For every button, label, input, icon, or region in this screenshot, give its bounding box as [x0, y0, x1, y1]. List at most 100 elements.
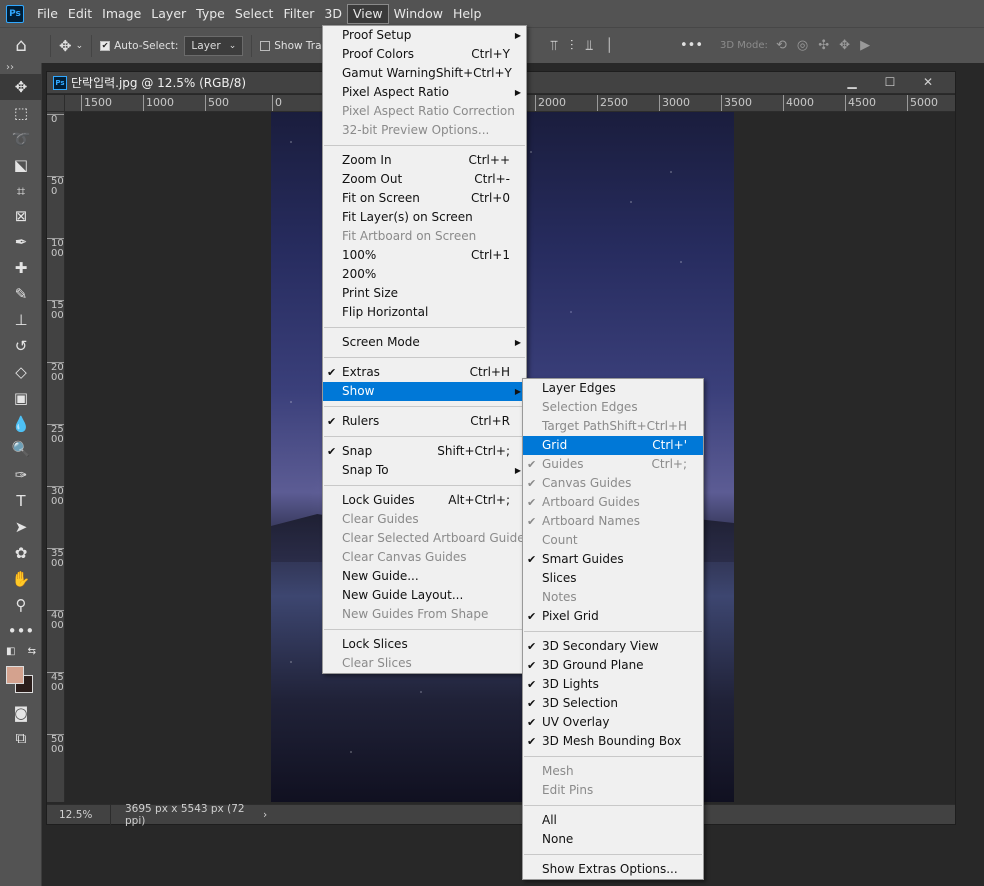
checkbox-unchecked-icon[interactable] [260, 40, 271, 51]
menu-type[interactable]: Type [191, 4, 230, 24]
more-options-button[interactable]: ••• [680, 38, 703, 53]
menu-item-fit-on-screen[interactable]: Fit on Screen Ctrl+0 [323, 189, 526, 208]
menu-item-3d-lights[interactable]: ✔ 3D Lights [523, 675, 703, 694]
maximize-icon[interactable]: ☐ [871, 75, 909, 89]
auto-select-target-dropdown[interactable]: Layer ⌄ [184, 35, 244, 56]
move-tool-preset-icon[interactable]: ✥ ⌄ [59, 37, 83, 55]
menu-item-pixel-grid[interactable]: ✔ Pixel Grid [523, 607, 703, 626]
menu-select[interactable]: Select [230, 4, 279, 24]
menu-item-slices[interactable]: Slices [523, 569, 703, 588]
menu-item-3d-selection[interactable]: ✔ 3D Selection [523, 694, 703, 713]
menu-item-all[interactable]: All [523, 811, 703, 830]
menu-item-gamut-warning[interactable]: Gamut Warning Shift+Ctrl+Y [323, 64, 526, 83]
menu-help[interactable]: Help [448, 4, 487, 24]
menu-item-pixel-aspect-ratio[interactable]: Pixel Aspect Ratio ▶ [323, 83, 526, 102]
type-icon[interactable]: T [0, 488, 42, 514]
menu-item-zoom-in[interactable]: Zoom In Ctrl++ [323, 151, 526, 170]
home-icon[interactable]: ⌂ [0, 35, 42, 56]
align-middle-icon[interactable]: ⫶ [570, 38, 574, 54]
menu-item-proof-colors[interactable]: Proof Colors Ctrl+Y [323, 45, 526, 64]
menu-edit[interactable]: Edit [63, 4, 97, 24]
foreground-color-swatch[interactable] [6, 665, 24, 684]
eraser-icon[interactable]: ◇ [0, 359, 42, 385]
menu-item-new-guide-layout[interactable]: New Guide Layout... [323, 586, 526, 605]
menu-filter[interactable]: Filter [278, 4, 319, 24]
slide-3d-icon[interactable]: ✥ [839, 38, 850, 53]
quick-mask-icon[interactable]: ◙ [0, 700, 42, 726]
menu-item-show-extras-options[interactable]: Show Extras Options... [523, 860, 703, 879]
stamp-icon[interactable]: ⊥ [0, 307, 42, 333]
show-transform-checkbox[interactable]: Show Tra [260, 40, 322, 52]
status-menu-arrow-icon[interactable]: › [263, 809, 267, 821]
menu-item-screen-mode[interactable]: Screen Mode ▶ [323, 333, 526, 352]
menu-item-layer-edges[interactable]: Layer Edges [523, 379, 703, 398]
shape-icon[interactable]: ✿ [0, 540, 42, 566]
brush-icon[interactable]: ✎ [0, 281, 42, 307]
align-bottom-icon[interactable]: ⫫ [585, 38, 593, 54]
menu-file[interactable]: File [32, 4, 63, 24]
menu-item-lock-slices[interactable]: Lock Slices [323, 635, 526, 654]
ruler-label: 1000 [47, 238, 64, 259]
roll-3d-icon[interactable]: ◎ [797, 38, 808, 53]
camera-3d-icon[interactable]: ▶ [860, 38, 870, 53]
move-icon[interactable]: ✥ [0, 74, 42, 100]
dodge-icon[interactable]: 🔍 [0, 436, 42, 462]
auto-select-checkbox[interactable]: ✔ Auto-Select: [100, 40, 178, 52]
drag-3d-icon[interactable]: ✣ [818, 38, 829, 53]
menu-item-smart-guides[interactable]: ✔ Smart Guides [523, 550, 703, 569]
lasso-icon[interactable]: ➰ [0, 126, 42, 152]
default-colors-icon[interactable]: ◧ [6, 646, 15, 657]
menu-item-3d-ground-plane[interactable]: ✔ 3D Ground Plane [523, 656, 703, 675]
distribute-icon[interactable]: ⏐ [605, 38, 613, 54]
menu-item-zoom-out[interactable]: Zoom Out Ctrl+- [323, 170, 526, 189]
menu-window[interactable]: Window [389, 4, 448, 24]
menu-item-100[interactable]: 100% Ctrl+1 [323, 246, 526, 265]
zoom-level[interactable]: 12.5% [47, 804, 111, 825]
menu-3d[interactable]: 3D [319, 4, 347, 24]
menu-item-new-guide[interactable]: New Guide... [323, 567, 526, 586]
menu-item-lock-guides[interactable]: Lock Guides Alt+Ctrl+; [323, 491, 526, 510]
checkbox-checked-icon[interactable]: ✔ [100, 40, 111, 51]
vertical-ruler[interactable]: 0 500 1000 1500 2000 2500 3000 3500 4000… [47, 112, 65, 802]
menu-item-none[interactable]: None [523, 830, 703, 849]
menu-item-3d-mesh-bounding-box[interactable]: ✔ 3D Mesh Bounding Box [523, 732, 703, 751]
more-tools-icon[interactable]: ••• [0, 618, 42, 644]
collapse-panel-icon[interactable]: ›› [0, 63, 41, 74]
menu-image[interactable]: Image [97, 4, 146, 24]
eyedropper-icon[interactable]: ✒ [0, 229, 42, 255]
align-top-icon[interactable]: ⫪ [550, 38, 558, 54]
blur-icon[interactable]: 💧 [0, 411, 42, 437]
menu-item-proof-setup[interactable]: Proof Setup ▶ [323, 26, 526, 45]
menu-item-3d-secondary-view[interactable]: ✔ 3D Secondary View [523, 637, 703, 656]
minimize-icon[interactable]: ▁ [833, 75, 871, 89]
pen-icon[interactable]: ✑ [0, 462, 42, 488]
crop-icon[interactable]: ⌗ [0, 178, 42, 204]
menu-item-snap-to[interactable]: Snap To ▶ [323, 461, 526, 480]
marquee-icon[interactable]: ⬚ [0, 100, 42, 126]
ruler-origin[interactable] [47, 95, 65, 112]
zoom-icon[interactable]: ⚲ [0, 592, 42, 618]
menu-view[interactable]: View [346, 3, 389, 24]
object-select-icon[interactable]: ⬕ [0, 152, 42, 178]
menu-item-show[interactable]: Show ▶ [323, 382, 526, 401]
menu-item-snap[interactable]: ✔ Snap Shift+Ctrl+; [323, 442, 526, 461]
menu-layer[interactable]: Layer [146, 4, 191, 24]
screen-mode-icon[interactable]: ⧉ [0, 725, 42, 751]
gradient-icon[interactable]: ▣ [0, 385, 42, 411]
healing-icon[interactable]: ✚ [0, 255, 42, 281]
swap-colors-icon[interactable]: ⇆ [28, 646, 36, 657]
menu-item-grid[interactable]: Grid Ctrl+' [523, 436, 703, 455]
menu-item-flip-horizontal[interactable]: Flip Horizontal [323, 303, 526, 322]
path-select-icon[interactable]: ➤ [0, 514, 42, 540]
menu-item-uv-overlay[interactable]: ✔ UV Overlay [523, 713, 703, 732]
menu-item-print-size[interactable]: Print Size [323, 284, 526, 303]
menu-item-rulers[interactable]: ✔ Rulers Ctrl+R [323, 412, 526, 431]
frame-icon[interactable]: ⊠ [0, 203, 42, 229]
menu-item-extras[interactable]: ✔ Extras Ctrl+H [323, 363, 526, 382]
hand-icon[interactable]: ✋ [0, 566, 42, 592]
menu-item-fit-layer-s-on-screen[interactable]: Fit Layer(s) on Screen [323, 208, 526, 227]
history-brush-icon[interactable]: ↺ [0, 333, 42, 359]
menu-item-200[interactable]: 200% [323, 265, 526, 284]
orbit-3d-icon[interactable]: ⟲ [776, 38, 787, 53]
close-icon[interactable]: ✕ [909, 75, 947, 89]
